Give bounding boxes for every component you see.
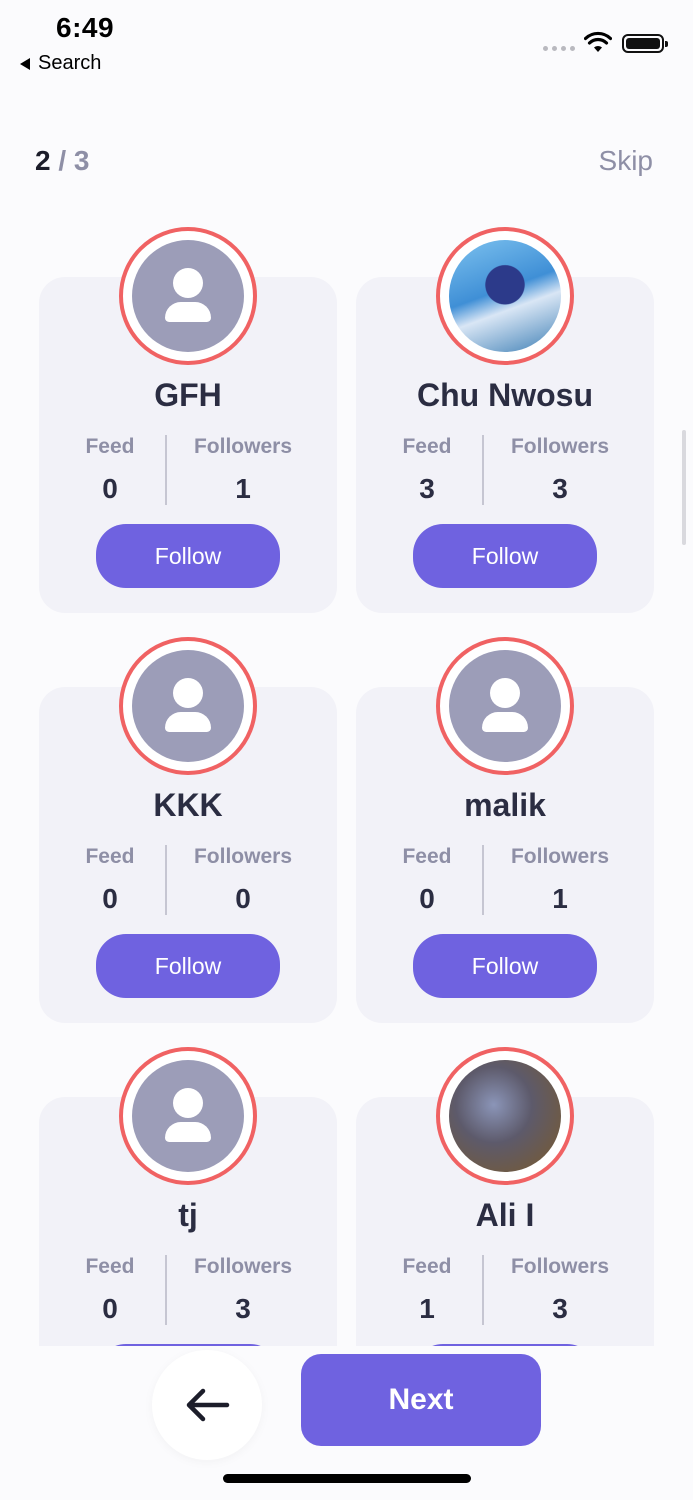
user-card: Ali I Feed 1 Followers 3 Follow xyxy=(356,1047,654,1346)
feed-stat: Feed 0 xyxy=(69,435,151,505)
user-name: Ali I xyxy=(475,1197,535,1233)
default-avatar-icon xyxy=(449,650,561,762)
user-stats: Feed 0 Followers 1 xyxy=(39,435,337,507)
user-stats: Feed 1 Followers 3 xyxy=(356,1255,654,1327)
user-card: malik Feed 0 Followers 1 Follow xyxy=(356,637,654,1023)
followers-stat: Followers 3 xyxy=(179,1255,307,1325)
feed-stat: Feed 0 xyxy=(69,845,151,915)
user-photo-avatar xyxy=(449,240,561,352)
arrow-left-icon xyxy=(186,1388,230,1422)
default-avatar-icon xyxy=(132,240,244,352)
followers-count: 1 xyxy=(552,883,568,914)
user-photo-avatar xyxy=(449,1060,561,1172)
followers-label: Followers xyxy=(193,845,293,868)
feed-label: Feed xyxy=(85,435,135,458)
feed-count: 3 xyxy=(419,473,435,504)
default-avatar-icon xyxy=(132,650,244,762)
avatar-ring[interactable] xyxy=(119,227,257,365)
followers-stat: Followers 1 xyxy=(496,845,624,915)
user-card: tj Feed 0 Followers 3 Follow xyxy=(39,1047,337,1346)
scroll-indicator[interactable] xyxy=(682,430,686,545)
user-stats: Feed 0 Followers 1 xyxy=(356,845,654,917)
followers-count: 3 xyxy=(552,1293,568,1324)
avatar-ring[interactable] xyxy=(119,637,257,775)
followers-label: Followers xyxy=(193,435,293,458)
follow-button[interactable]: Follow xyxy=(413,934,597,998)
followers-label: Followers xyxy=(510,435,610,458)
followers-count: 3 xyxy=(552,473,568,504)
followers-count: 0 xyxy=(235,883,251,914)
followers-label: Followers xyxy=(510,1255,610,1278)
followers-stat: Followers 0 xyxy=(179,845,307,915)
feed-count: 1 xyxy=(419,1293,435,1324)
feed-count: 0 xyxy=(102,1293,118,1324)
followers-label: Followers xyxy=(510,845,610,868)
user-suggestions-grid: GFH Feed 0 Followers 1 Follow Chu Nwosu xyxy=(0,0,693,1346)
user-name: GFH xyxy=(154,377,222,413)
feed-stat: Feed 0 xyxy=(386,845,468,915)
user-stats: Feed 3 Followers 3 xyxy=(356,435,654,507)
feed-count: 0 xyxy=(419,883,435,914)
avatar-ring[interactable] xyxy=(436,1047,574,1185)
avatar-ring[interactable] xyxy=(436,637,574,775)
stat-divider xyxy=(165,845,167,915)
screen: 6:49 Search 2 / 3 Skip GFH Feed 0 Follow… xyxy=(0,0,693,1500)
user-name: tj xyxy=(178,1197,198,1233)
feed-label: Feed xyxy=(402,435,452,458)
followers-stat: Followers 3 xyxy=(496,1255,624,1325)
feed-stat: Feed 0 xyxy=(69,1255,151,1325)
user-card: KKK Feed 0 Followers 0 Follow xyxy=(39,637,337,1023)
feed-label: Feed xyxy=(402,1255,452,1278)
home-indicator xyxy=(223,1474,471,1483)
user-name: Chu Nwosu xyxy=(417,377,593,413)
feed-stat: Feed 1 xyxy=(386,1255,468,1325)
user-card: Chu Nwosu Feed 3 Followers 3 Follow xyxy=(356,227,654,613)
back-button[interactable] xyxy=(152,1350,262,1460)
stat-divider xyxy=(482,1255,484,1325)
followers-count: 3 xyxy=(235,1293,251,1324)
next-button[interactable]: Next xyxy=(301,1354,541,1446)
stat-divider xyxy=(165,1255,167,1325)
followers-count: 1 xyxy=(235,473,251,504)
follow-button[interactable]: Follow xyxy=(96,524,280,588)
follow-button[interactable]: Follow xyxy=(413,524,597,588)
stat-divider xyxy=(482,845,484,915)
user-name: malik xyxy=(464,787,546,823)
followers-stat: Followers 3 xyxy=(496,435,624,505)
followers-label: Followers xyxy=(193,1255,293,1278)
stat-divider xyxy=(165,435,167,505)
avatar-ring[interactable] xyxy=(436,227,574,365)
feed-label: Feed xyxy=(402,845,452,868)
user-stats: Feed 0 Followers 0 xyxy=(39,845,337,917)
user-card: GFH Feed 0 Followers 1 Follow xyxy=(39,227,337,613)
feed-stat: Feed 3 xyxy=(386,435,468,505)
default-avatar-icon xyxy=(132,1060,244,1172)
feed-label: Feed xyxy=(85,1255,135,1278)
user-name: KKK xyxy=(153,787,223,823)
user-stats: Feed 0 Followers 3 xyxy=(39,1255,337,1327)
feed-count: 0 xyxy=(102,473,118,504)
avatar-ring[interactable] xyxy=(119,1047,257,1185)
stat-divider xyxy=(482,435,484,505)
followers-stat: Followers 1 xyxy=(179,435,307,505)
feed-label: Feed xyxy=(85,845,135,868)
feed-count: 0 xyxy=(102,883,118,914)
follow-button[interactable]: Follow xyxy=(96,934,280,998)
